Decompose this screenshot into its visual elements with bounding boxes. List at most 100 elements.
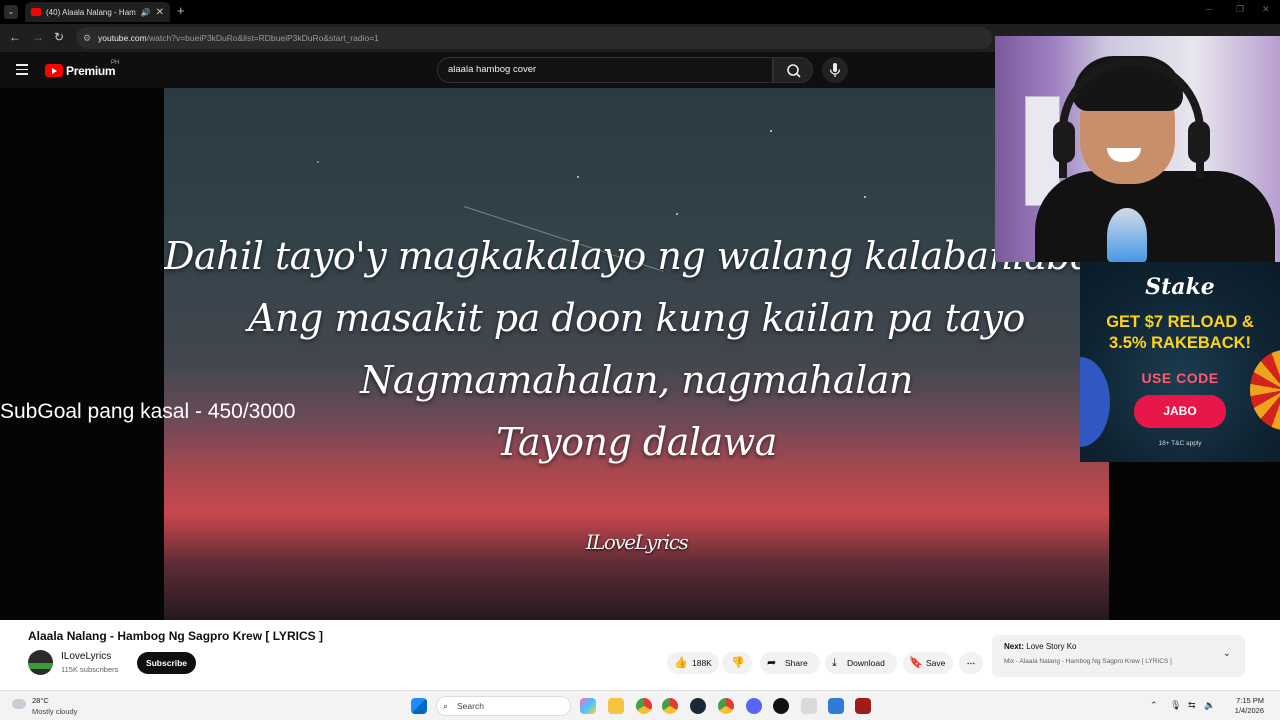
reload-icon[interactable]: ↻ [54,30,64,44]
save-button[interactable]: 🔖 Save [903,652,953,674]
channel-name[interactable]: ILoveLyrics [61,651,111,662]
new-tab-button[interactable]: + [177,3,185,18]
stake-logo: Stake [1145,274,1215,300]
save-label: Save [926,658,946,668]
back-arrow-icon[interactable]: ← [9,30,21,44]
cloud-icon[interactable] [12,699,26,709]
notepad-icon[interactable] [828,698,844,714]
address-bar[interactable]: ⚙ youtube.com/watch?v=bueiP3kDuRo&list=R… [76,27,992,49]
browser-tab-strip: ⌄ (40) Alaala Nalang - Hambog 🔊 ✕ + ─ ❐ … [0,0,1280,24]
youtube-logo-icon[interactable] [45,64,63,77]
next-up-line: Next: Love Story Ko [1004,642,1077,651]
ad-headline-line-2: 3.5% RAKEBACK! [1108,334,1252,352]
bookmark-icon: 🔖 [909,657,923,669]
speaker-lamp [1107,208,1147,262]
chrome-icon[interactable] [636,698,652,714]
weather-condition[interactable]: Mostly cloudy [32,707,77,716]
url-domain: youtube.com [98,33,147,43]
volume-icon[interactable]: 🔉 [1204,700,1215,711]
subscribe-button[interactable]: Subscribe [137,652,196,674]
ad-terms: 18+ T&C apply [1158,440,1202,447]
app-window-icon[interactable] [801,698,817,714]
headset-earcup-left [1053,121,1075,163]
site-info-icon[interactable]: ⚙ [83,27,91,49]
search-button[interactable] [773,57,813,83]
browser-tab-active[interactable]: (40) Alaala Nalang - Hambog 🔊 ✕ [25,2,170,22]
ad-headline: GET $7 RELOAD & 3.5% RAKEBACK! [1080,312,1280,354]
headset-earcup-right [1188,121,1210,163]
weather-temperature[interactable]: 28°C [32,696,49,705]
discord-icon[interactable] [746,698,762,714]
chevron-down-icon[interactable]: ⌄ [1223,648,1231,659]
network-icon[interactable]: ⇆ [1188,700,1196,711]
microphone-tray-icon[interactable]: 🎙 [1170,700,1181,711]
channel-avatar[interactable] [28,650,53,675]
tab-search-button[interactable]: ⌄ [4,5,18,19]
youtube-brand[interactable]: Premium [66,64,116,78]
next-title: Love Story Ko [1026,642,1077,651]
thumbs-up-icon: 👍 [674,657,688,669]
streamer-shirt [1035,171,1275,262]
next-up-panel[interactable]: Next: Love Story Ko Mix - Alaala Nalang … [992,635,1245,677]
voice-search-button[interactable] [822,57,848,83]
star [770,130,772,132]
lyric-line-1: Dahil tayo'y magkakalayo ng walang kalab… [164,234,1109,278]
share-button[interactable]: ➦ Share [760,652,820,674]
dota-icon[interactable] [855,698,871,714]
share-label: Share [785,658,808,668]
url-path: /watch?v=bueiP3kDuRo&list=RDbueiP3kDuRo&… [146,33,379,43]
star [577,176,579,178]
search-icon [787,64,801,78]
system-clock[interactable]: 7:15 PM 1/4/2026 [1222,696,1264,716]
windows-taskbar: 28°C Mostly cloudy ⌕ Search ⌃ 🎙 ⇆ 🔉 7:15… [0,690,1280,720]
download-label: Download [847,658,885,668]
roulette-wheel-graphic [1250,350,1280,430]
clock-date: 1/4/2026 [1234,706,1264,715]
file-explorer-icon[interactable] [608,698,624,714]
youtube-favicon-icon [31,8,41,16]
star [317,161,319,163]
audio-playing-icon[interactable]: 🔊 [141,8,151,17]
star [676,213,678,215]
thumbs-down-icon: 👎 [731,657,745,669]
download-button[interactable]: ⤓ Download [825,652,897,674]
chrome-profile-icon[interactable] [662,698,678,714]
clock-time: 7:15 PM [1236,696,1264,705]
download-icon: ⤓ [832,657,837,669]
lyric-line-4: Tayong dalawa [496,420,777,464]
more-actions-button[interactable]: ⋯ [959,652,983,674]
close-tab-icon[interactable]: ✕ [156,7,164,18]
like-count: 188K [692,658,712,668]
subgoal-overlay-text: SubGoal pang kasal - 450/3000 [0,400,296,423]
app-icon[interactable] [773,698,789,714]
chevron-up-icon[interactable]: ⌃ [1150,700,1158,711]
taskbar-search-placeholder: Search [457,701,484,711]
stake-ad-overlay: Stake GET $7 RELOAD & 3.5% RAKEBACK! USE… [1080,262,1280,462]
menu-hamburger-icon[interactable] [16,64,28,78]
lyric-line-3: Nagmamahalan, nagmahalan [360,358,913,402]
close-window-icon[interactable]: ✕ [1262,4,1270,15]
promo-code-badge: JABO [1134,395,1226,428]
forward-arrow-icon[interactable]: → [32,30,44,44]
restore-window-icon[interactable]: ❐ [1236,4,1244,15]
video-title: Alaala Nalang - Hambog Ng Sagpro Krew [ … [28,629,323,643]
like-button[interactable]: 👍 188K [667,652,719,674]
tab-title: (40) Alaala Nalang - Hambog [46,7,136,17]
dislike-button[interactable]: 👎 [722,652,752,674]
watch-metadata: Alaala Nalang - Hambog Ng Sagpro Krew [ … [0,620,1280,690]
chrome-alt-icon[interactable] [718,698,734,714]
video-frame[interactable]: Dahil tayo'y magkakalayo ng walang kalab… [164,88,1109,620]
copilot-icon[interactable] [580,698,596,714]
streamer-webcam [995,36,1280,262]
country-code: PH [111,60,120,66]
next-prefix: Next: [1004,642,1025,651]
share-arrow-icon: ➦ [767,657,777,669]
search-input[interactable]: alaala hambog cover [437,57,773,83]
steam-icon[interactable] [690,698,706,714]
search-icon: ⌕ [443,701,449,711]
windows-start-icon[interactable] [411,698,427,714]
minimize-window-icon[interactable]: ─ [1206,4,1212,14]
channel-watermark: ILoveLyrics [585,530,689,554]
star [864,196,866,198]
taskbar-search[interactable]: ⌕ Search [436,696,571,716]
